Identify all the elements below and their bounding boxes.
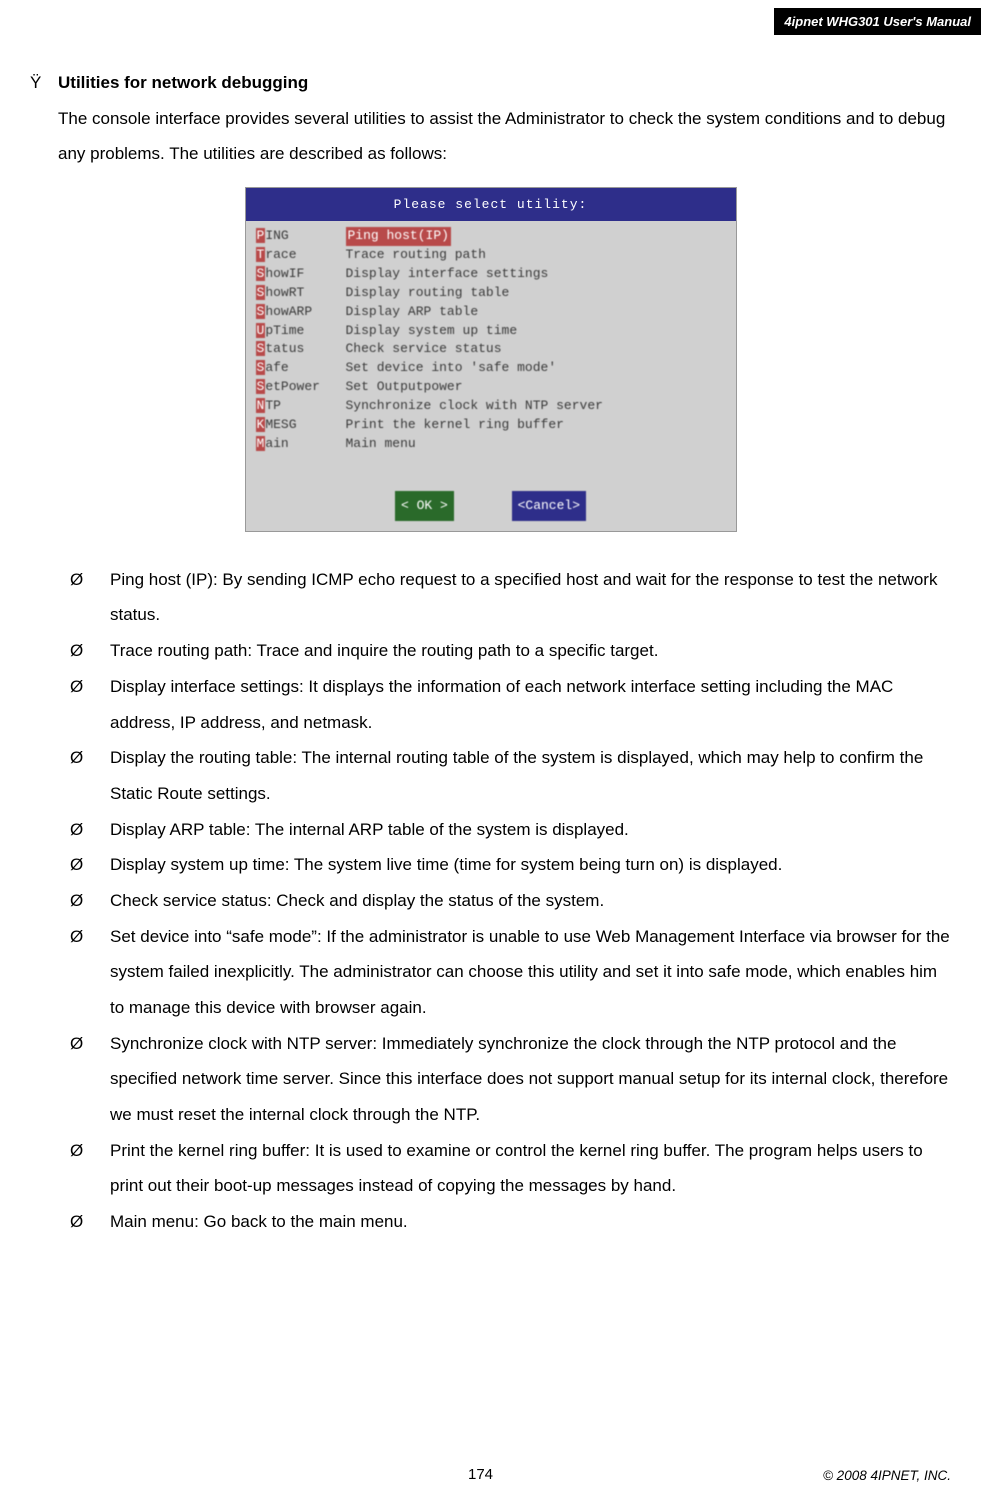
console-body: PINGPing host(IP)TraceTrace routing path…: [246, 221, 736, 483]
list-text: Trace routing path: Trace and inquire th…: [110, 633, 951, 669]
console-desc: Display system up time: [346, 322, 518, 341]
list-marker: Ø: [70, 633, 110, 669]
console-screenshot: Please select utility: PINGPing host(IP)…: [245, 187, 737, 532]
list-marker: Ø: [70, 1133, 110, 1204]
console-cmd: PING: [256, 227, 346, 246]
list-text: Display interface settings: It displays …: [110, 669, 951, 740]
console-row[interactable]: SetPowerSet Outputpower: [256, 378, 726, 397]
console-desc: Display ARP table: [346, 303, 479, 322]
console-cmd: UpTime: [256, 322, 346, 341]
page-footer: 174 © 2008 4IPNET, INC.: [0, 1466, 981, 1483]
list-item: ØDisplay the routing table: The internal…: [70, 740, 951, 811]
console-row[interactable]: UpTimeDisplay system up time: [256, 322, 726, 341]
console-row[interactable]: ShowRTDisplay routing table: [256, 284, 726, 303]
list-marker: Ø: [70, 562, 110, 633]
list-marker: Ø: [70, 1204, 110, 1240]
section-heading: Ÿ Utilities for network debugging: [30, 65, 951, 101]
list-item: ØPing host (IP): By sending ICMP echo re…: [70, 562, 951, 633]
list-marker: Ø: [70, 669, 110, 740]
list-item: ØDisplay system up time: The system live…: [70, 847, 951, 883]
console-cmd: Safe: [256, 359, 346, 378]
list-text: Check service status: Check and display …: [110, 883, 951, 919]
list-text: Display ARP table: The internal ARP tabl…: [110, 812, 951, 848]
console-cmd: Trace: [256, 246, 346, 265]
list-marker: Ø: [70, 812, 110, 848]
console-cmd: KMESG: [256, 416, 346, 435]
console-row[interactable]: ShowIFDisplay interface settings: [256, 265, 726, 284]
console-row[interactable]: NTPSynchronize clock with NTP server: [256, 397, 726, 416]
header-manual-title: 4ipnet WHG301 User's Manual: [774, 8, 981, 35]
console-desc: Print the kernel ring buffer: [346, 416, 564, 435]
console-desc: Trace routing path: [346, 246, 486, 265]
console-desc: Main menu: [346, 435, 416, 454]
list-item: ØPrint the kernel ring buffer: It is use…: [70, 1133, 951, 1204]
section-intro: The console interface provides several u…: [58, 101, 951, 172]
list-item: ØCheck service status: Check and display…: [70, 883, 951, 919]
content-area: Ÿ Utilities for network debugging The co…: [30, 65, 951, 1240]
list-marker: Ø: [70, 847, 110, 883]
section-title: Utilities for network debugging: [58, 65, 308, 101]
list-marker: Ø: [70, 740, 110, 811]
console-row[interactable]: StatusCheck service status: [256, 340, 726, 359]
list-item: ØSynchronize clock with NTP server: Imme…: [70, 1026, 951, 1133]
console-row[interactable]: ShowARPDisplay ARP table: [256, 303, 726, 322]
footer-copyright: © 2008 4IPNET, INC.: [731, 1468, 951, 1483]
list-item: ØSet device into “safe mode”: If the adm…: [70, 919, 951, 1026]
list-text: Synchronize clock with NTP server: Immed…: [110, 1026, 951, 1133]
list-marker: Ø: [70, 919, 110, 1026]
console-cmd: Status: [256, 340, 346, 359]
list-marker: Ø: [70, 883, 110, 919]
console-ok-button[interactable]: < OK >: [395, 491, 454, 520]
bullet-marker: Ÿ: [30, 65, 58, 101]
console-row[interactable]: KMESGPrint the kernel ring buffer: [256, 416, 726, 435]
console-cmd: ShowIF: [256, 265, 346, 284]
list-item: ØMain menu: Go back to the main menu.: [70, 1204, 951, 1240]
list-item: ØDisplay interface settings: It displays…: [70, 669, 951, 740]
list-text: Display the routing table: The internal …: [110, 740, 951, 811]
console-cancel-button[interactable]: <Cancel>: [512, 491, 586, 520]
list-text: Print the kernel ring buffer: It is used…: [110, 1133, 951, 1204]
console-cmd: NTP: [256, 397, 346, 416]
console-row[interactable]: TraceTrace routing path: [256, 246, 726, 265]
console-row[interactable]: SafeSet device into 'safe mode': [256, 359, 726, 378]
console-desc: Set Outputpower: [346, 378, 463, 397]
console-cmd: ShowARP: [256, 303, 346, 322]
page-container: 4ipnet WHG301 User's Manual Ÿ Utilities …: [0, 0, 981, 1505]
list-marker: Ø: [70, 1026, 110, 1133]
list-text: Set device into “safe mode”: If the admi…: [110, 919, 951, 1026]
console-cmd: Main: [256, 435, 346, 454]
list-text: Ping host (IP): By sending ICMP echo req…: [110, 562, 951, 633]
console-desc: Ping host(IP): [346, 227, 451, 246]
console-desc: Check service status: [346, 340, 502, 359]
console-header: Please select utility:: [246, 188, 736, 221]
page-number: 174: [230, 1466, 731, 1483]
console-desc: Set device into 'safe mode': [346, 359, 557, 378]
console-row[interactable]: PINGPing host(IP): [256, 227, 726, 246]
list-item: ØDisplay ARP table: The internal ARP tab…: [70, 812, 951, 848]
console-desc: Synchronize clock with NTP server: [346, 397, 603, 416]
console-footer: < OK > <Cancel>: [246, 483, 736, 530]
console-cmd: ShowRT: [256, 284, 346, 303]
list-text: Main menu: Go back to the main menu.: [110, 1204, 951, 1240]
list-item: ØTrace routing path: Trace and inquire t…: [70, 633, 951, 669]
console-row[interactable]: MainMain menu: [256, 435, 726, 454]
console-desc: Display interface settings: [346, 265, 549, 284]
console-cmd: SetPower: [256, 378, 346, 397]
list-text: Display system up time: The system live …: [110, 847, 951, 883]
utility-list: ØPing host (IP): By sending ICMP echo re…: [70, 562, 951, 1240]
console-desc: Display routing table: [346, 284, 510, 303]
